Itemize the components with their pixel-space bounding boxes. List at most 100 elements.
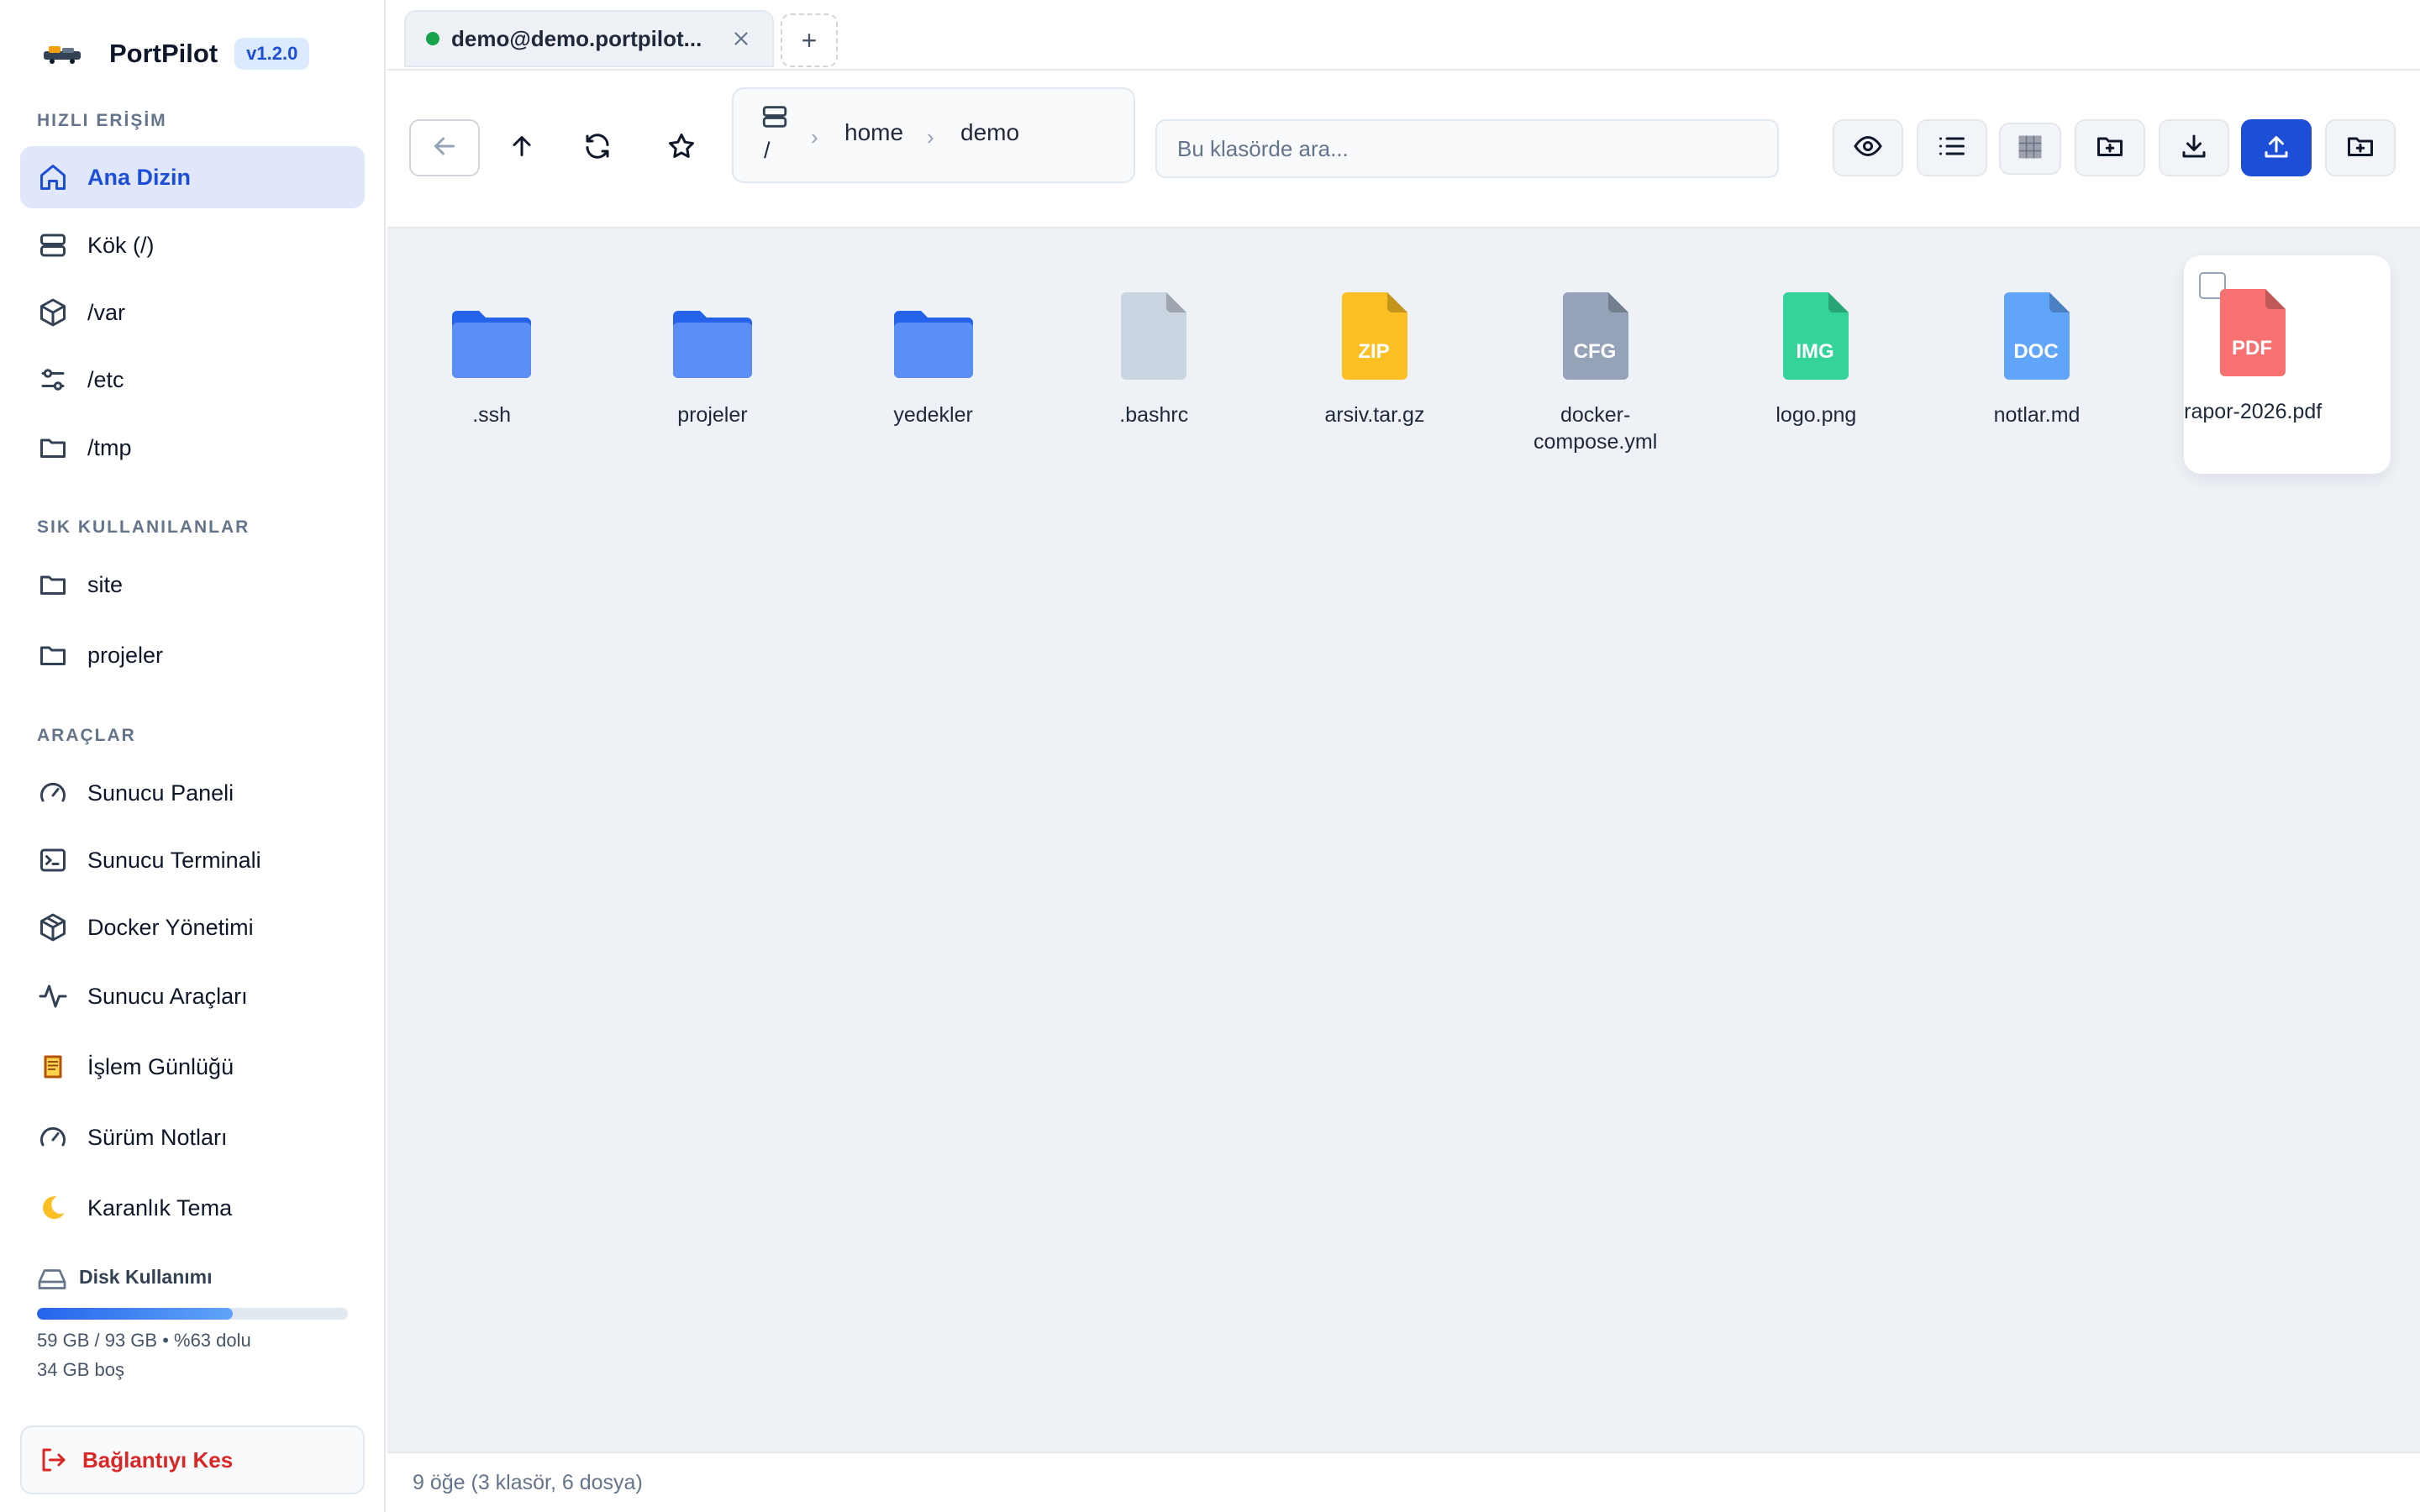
sidebar-item-dark-theme[interactable]: Karanlık Tema (20, 1177, 365, 1239)
folder-plus-icon (2095, 131, 2125, 165)
sidebar-item-etc[interactable]: /etc (20, 349, 365, 411)
sidebar-item-label: Docker Yönetimi (87, 914, 254, 940)
sidebar-item-projeler[interactable]: projeler (20, 624, 365, 686)
sidebar-item-label: Sürüm Notları (87, 1124, 228, 1150)
file-item[interactable]: .bashrc (1057, 287, 1250, 428)
sidebar-item-label: İşlem Günlüğü (87, 1053, 234, 1079)
breadcrumb-root-label[interactable]: / (764, 138, 771, 164)
file-icon: DOC (1940, 287, 2133, 380)
moon-icon (37, 1192, 69, 1224)
arrow-left-icon (429, 131, 460, 165)
file-icon: CFG (1499, 287, 1692, 380)
sidebar-item-label: /etc (87, 366, 124, 392)
download-button[interactable] (2159, 119, 2229, 176)
list-view-button[interactable] (1917, 119, 1987, 176)
folder-item[interactable]: yedekler (837, 287, 1030, 428)
up-button[interactable] (487, 119, 557, 176)
item-count: 9 öğe (3 klasör, 6 dosya) (413, 1470, 643, 1494)
sidebar-item-release-notes[interactable]: Sürüm Notları (20, 1106, 365, 1168)
grid-view-button[interactable] (1999, 123, 2061, 175)
new-tab-button[interactable]: + (781, 13, 838, 67)
sidebar-item-var[interactable]: /var (20, 281, 365, 344)
disk-free-text: 34 GB boş (37, 1359, 124, 1380)
folder-item[interactable]: .ssh (395, 287, 588, 428)
upload-button[interactable] (2241, 119, 2312, 176)
refresh-icon (582, 131, 613, 165)
disconnect-button[interactable]: Bağlantıyı Kes (20, 1425, 365, 1494)
tools-title: ARAÇLAR (37, 726, 136, 745)
gauge-icon (37, 1121, 69, 1153)
list-icon (1937, 131, 1967, 165)
file-name: .ssh (472, 403, 512, 427)
sidebar-item-home[interactable]: Ana Dizin (20, 146, 365, 208)
svg-text:DOC: DOC (2013, 340, 2058, 363)
gauge-icon (37, 777, 69, 809)
file-item[interactable]: IMG logo.png (1719, 287, 1912, 428)
close-icon[interactable] (729, 26, 754, 51)
file-icon: IMG (1719, 287, 1912, 380)
file-item[interactable]: PDF rapor-2026.pdf (2156, 284, 2349, 425)
back-button[interactable] (409, 119, 480, 176)
favorite-button[interactable] (646, 119, 717, 176)
file-item[interactable]: CFG docker-compose.yml (1499, 287, 1692, 455)
file-name: notlar.md (1993, 403, 2081, 427)
folder-icon (837, 287, 1030, 380)
refresh-button[interactable] (562, 119, 633, 176)
sidebar-item-label: Sunucu Araçları (87, 983, 248, 1009)
folder-icon (395, 287, 588, 380)
file-icon: PDF (2156, 284, 2349, 376)
chevron-right-icon: › (927, 124, 934, 150)
tab-title: demo@demo.portpilot... (451, 25, 702, 51)
breadcrumb: / › home › demo (732, 87, 1135, 183)
breadcrumb-root[interactable] (760, 102, 794, 135)
breadcrumb-item[interactable]: home (844, 119, 903, 146)
server-icon (37, 229, 69, 261)
folder-icon (616, 287, 809, 380)
sidebar-item-terminal[interactable]: Sunucu Terminali (20, 829, 365, 891)
upload-folder-button[interactable] (2325, 119, 2396, 176)
file-item[interactable]: ZIP arsiv.tar.gz (1278, 287, 1471, 428)
toolbar: / › home › demo (387, 72, 2420, 228)
star-icon (666, 131, 697, 165)
sidebar-item-log[interactable]: İşlem Günlüğü (20, 1036, 365, 1098)
sidebar-item-server-tools[interactable]: Sunucu Araçları (20, 965, 365, 1027)
connection-status-dot (426, 32, 439, 45)
disk-progress-bar (37, 1308, 348, 1320)
hard-drive-icon (37, 1264, 67, 1289)
download-icon (2179, 131, 2209, 165)
terminal-icon (37, 844, 69, 876)
sidebar-item-tmp[interactable]: /tmp (20, 417, 365, 479)
sidebar-item-label: site (87, 571, 124, 597)
tab-bar: demo@demo.portpilot... + (387, 0, 2420, 71)
disk-usage: Disk Kullanımı 59 GB / 93 GB • %63 dolu … (37, 1264, 348, 1379)
folder-icon (37, 432, 69, 464)
tab-connection[interactable]: demo@demo.portpilot... (404, 10, 774, 67)
sidebar-item-docker[interactable]: Docker Yönetimi (20, 896, 365, 958)
status-bar: 9 öğe (3 klasör, 6 dosya) (387, 1452, 2420, 1512)
sidebar-item-root[interactable]: Kök (/) (20, 214, 365, 276)
search-input[interactable] (1155, 119, 1779, 178)
sidebar-item-label: /tmp (87, 434, 132, 460)
sidebar-item-label: Sunucu Terminali (87, 847, 261, 873)
sidebar-item-label: Karanlık Tema (87, 1194, 233, 1221)
svg-text:PDF: PDF (2232, 337, 2272, 360)
file-grid: .ssh projeler yedekler .bashrc ZIP arsiv.tar.… (387, 228, 2420, 1452)
arrow-up-icon (507, 131, 537, 165)
sidebar-item-server-panel[interactable]: Sunucu Paneli (20, 762, 365, 824)
preview-button[interactable] (1833, 119, 1903, 176)
new-folder-button[interactable] (2075, 119, 2145, 176)
svg-text:CFG: CFG (1573, 340, 1616, 363)
sliders-icon (37, 364, 69, 396)
app-logo-icon (40, 41, 84, 66)
file-item[interactable]: DOC notlar.md (1940, 287, 2133, 428)
file-icon: ZIP (1278, 287, 1471, 380)
home-icon (37, 161, 69, 193)
disk-usage-text: 59 GB / 93 GB • %63 dolu (37, 1330, 251, 1351)
scroll-icon (37, 1051, 69, 1083)
sidebar-item-site[interactable]: site (20, 554, 365, 616)
brand: PortPilot v1.2.0 (40, 35, 310, 72)
folder-item[interactable]: projeler (616, 287, 809, 428)
breadcrumb-item[interactable]: demo (960, 119, 1019, 146)
folder-plus-icon (2345, 131, 2375, 165)
box-icon (37, 297, 69, 328)
